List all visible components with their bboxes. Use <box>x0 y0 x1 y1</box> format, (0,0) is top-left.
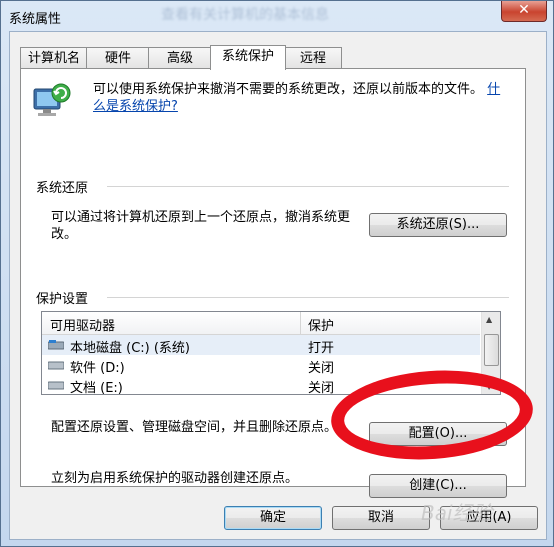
title-bar[interactable]: 系统属性 查看有关计算机的基本信息 ✕ <box>1 1 553 31</box>
drive-name: 本地磁盘 (C:) (系统) <box>70 341 191 356</box>
tab-system-protection[interactable]: 系统保护 <box>210 45 286 70</box>
intro-text-block: 可以使用系统保护来撤消不需要的系统更改，还原以前版本的文件。 什么是系统保护? <box>93 81 513 115</box>
column-header-protection[interactable]: 保护 <box>308 315 334 334</box>
system-drive-icon <box>48 340 64 350</box>
protection-settings-heading: 保护设置 <box>36 292 89 307</box>
scroll-up-icon[interactable]: ▲ <box>486 315 492 324</box>
system-restore-description: 可以通过将计算机还原到上一个还原点，撤消系统更改。 <box>51 210 351 242</box>
watermark: Bai经验 <box>421 501 493 525</box>
system-protection-icon <box>33 83 71 116</box>
divider <box>107 186 509 187</box>
tab-advanced[interactable]: 高级 <box>148 47 212 69</box>
list-header: 可用驱动器 保护 <box>42 312 480 335</box>
close-icon: ✕ <box>518 2 530 18</box>
ok-button[interactable]: 确定 <box>224 506 322 530</box>
divider <box>107 297 509 298</box>
column-separator[interactable] <box>300 312 301 334</box>
cancel-button[interactable]: 取消 <box>332 506 430 530</box>
system-restore-heading: 系统还原 <box>36 181 89 196</box>
column-header-drives[interactable]: 可用驱动器 <box>50 315 115 334</box>
drive-name: 软件 (D:) <box>70 361 125 376</box>
system-properties-window: 系统属性 查看有关计算机的基本信息 ✕ 计算机名 硬件 高级 系统保护 远程 可… <box>0 0 554 547</box>
configure-description: 配置还原设置、管理磁盘空间，并且删除还原点。 <box>51 420 338 435</box>
drive-protection: 打开 <box>308 341 335 356</box>
drive-protection: 关闭 <box>308 361 335 376</box>
tab-remote[interactable]: 远程 <box>284 47 342 69</box>
scroll-thumb[interactable] <box>484 334 499 366</box>
create-button[interactable]: 创建(C)... <box>369 474 507 498</box>
drive-icon <box>48 361 64 370</box>
drive-name: 文档 (E:) <box>70 381 123 395</box>
drive-icon <box>48 381 64 390</box>
window-title: 系统属性 <box>9 12 62 27</box>
system-restore-button[interactable]: 系统还原(S)... <box>369 213 507 237</box>
tab-computer-name[interactable]: 计算机名 <box>20 47 88 69</box>
drive-protection: 关闭 <box>308 381 335 395</box>
close-button[interactable]: ✕ <box>501 1 547 22</box>
tab-hardware[interactable]: 硬件 <box>86 47 150 69</box>
drive-row-c[interactable]: 本地磁盘 (C:) (系统) 打开 <box>42 335 480 356</box>
background-window-title: 查看有关计算机的基本信息 <box>161 7 329 23</box>
dialog-client-area: 计算机名 硬件 高级 系统保护 远程 可以使用系统保护来撤消不需要的系统更改，还… <box>9 31 547 540</box>
create-description: 立刻为启用系统保护的驱动器创建还原点。 <box>51 471 299 486</box>
intro-text: 可以使用系统保护来撤消不需要的系统更改，还原以前版本的文件。 <box>93 82 484 97</box>
